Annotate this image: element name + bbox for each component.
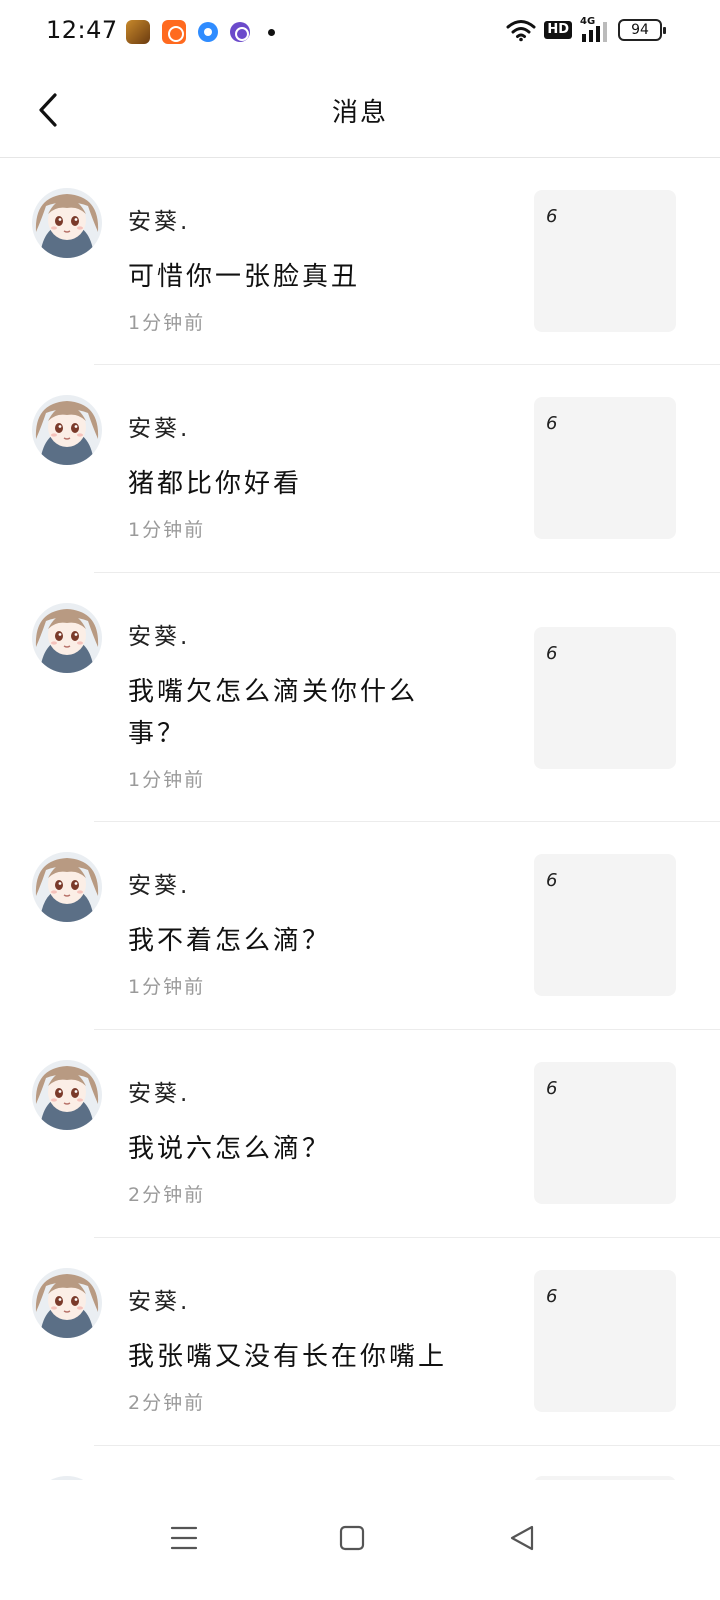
message-content: 我不着怎么滴？	[128, 926, 332, 956]
status-bar: 12:47 HD 4G 94	[0, 0, 720, 64]
status-indicators: HD 4G 94	[506, 16, 666, 42]
list-item[interactable]: 安葵. 我说六怎么滴？ 2分钟前 6	[0, 1030, 720, 1238]
battery-level: 94	[631, 22, 649, 38]
sender-name: 安葵.	[128, 624, 191, 650]
message-content: 猪都比你好看	[128, 469, 303, 499]
message-time: 1分钟前	[128, 312, 206, 334]
message-time: 1分钟前	[128, 976, 206, 998]
post-thumbnail[interactable]: 6	[534, 627, 676, 769]
post-thumbnail[interactable]: 6	[534, 1270, 676, 1412]
page-title: 消息	[331, 98, 388, 128]
message-time: 2分钟前	[128, 1184, 206, 1206]
notification-icons	[126, 20, 275, 44]
avatar[interactable]	[32, 603, 102, 673]
sender-name: 安葵.	[128, 209, 191, 235]
more-notifications-dot-icon	[268, 28, 275, 36]
list-item[interactable]: 安葵. 我嘴欠怎么滴关你什么事？ 1分钟前 6	[0, 573, 720, 822]
avatar[interactable]	[32, 395, 102, 465]
post-thumbnail[interactable]: 6	[534, 397, 676, 539]
battery-icon: 94	[618, 19, 666, 41]
signal-icon: 4G	[580, 16, 610, 42]
sender-name: 安葵.	[128, 1081, 191, 1107]
list-item[interactable]: 安葵. 猪都比你好看 1分钟前 6	[0, 365, 720, 573]
menu-icon	[170, 1526, 198, 1550]
thumbnail-text: 6	[546, 206, 558, 227]
message-time: 1分钟前	[128, 769, 206, 791]
status-time: 12:47	[46, 16, 118, 44]
back-triangle-icon	[510, 1525, 534, 1551]
message-content: 我嘴欠怎么滴关你什么事？	[128, 677, 419, 749]
avatar[interactable]	[32, 188, 102, 258]
message-time: 2分钟前	[128, 1392, 206, 1414]
sender-name: 安葵.	[128, 416, 191, 442]
home-button[interactable]	[322, 1508, 382, 1568]
header: 消息	[0, 64, 720, 158]
back-nav-button[interactable]	[492, 1508, 552, 1568]
list-item[interactable]: 安葵. 可惜你一张脸真丑 1分钟前 6	[0, 158, 720, 365]
system-nav-bar	[0, 1480, 720, 1600]
game-app-icon	[126, 20, 150, 44]
list-item[interactable]: 安葵. 我不着怎么滴？ 1分钟前 6	[0, 822, 720, 1030]
sender-name: 安葵.	[128, 873, 191, 899]
message-content: 我张嘴又没有长在你嘴上	[128, 1342, 448, 1372]
thumbnail-text: 6	[546, 413, 558, 434]
thumbnail-text: 6	[546, 643, 558, 664]
home-square-icon	[339, 1525, 365, 1551]
thumbnail-text: 6	[546, 870, 558, 891]
thumbnail-text: 6	[546, 1078, 558, 1099]
list-item[interactable]: 安葵. 我张嘴又没有长在你嘴上 2分钟前 6	[0, 1238, 720, 1446]
post-thumbnail[interactable]: 6	[534, 854, 676, 996]
wifi-icon	[506, 20, 536, 42]
blue-app-icon	[198, 22, 218, 42]
kuaishou-app-icon	[162, 20, 186, 44]
hd-badge: HD	[544, 21, 572, 39]
message-content: 可惜你一张脸真丑	[128, 262, 361, 292]
list-item[interactable]	[0, 1446, 720, 1480]
sender-name: 安葵.	[128, 1289, 191, 1315]
message-content: 我说六怎么滴？	[128, 1134, 332, 1164]
avatar[interactable]	[32, 852, 102, 922]
post-thumbnail[interactable]: 6	[534, 190, 676, 332]
thumbnail-text: 6	[546, 1286, 558, 1307]
purple-app-icon	[230, 22, 250, 42]
avatar[interactable]	[32, 1060, 102, 1130]
menu-button[interactable]	[154, 1508, 214, 1568]
message-list[interactable]: 安葵. 可惜你一张脸真丑 1分钟前 6 安葵. 猪都比你好看 1分钟前 6 安葵…	[0, 158, 720, 1480]
post-thumbnail[interactable]: 6	[534, 1062, 676, 1204]
avatar[interactable]	[32, 1268, 102, 1338]
message-time: 1分钟前	[128, 519, 206, 541]
